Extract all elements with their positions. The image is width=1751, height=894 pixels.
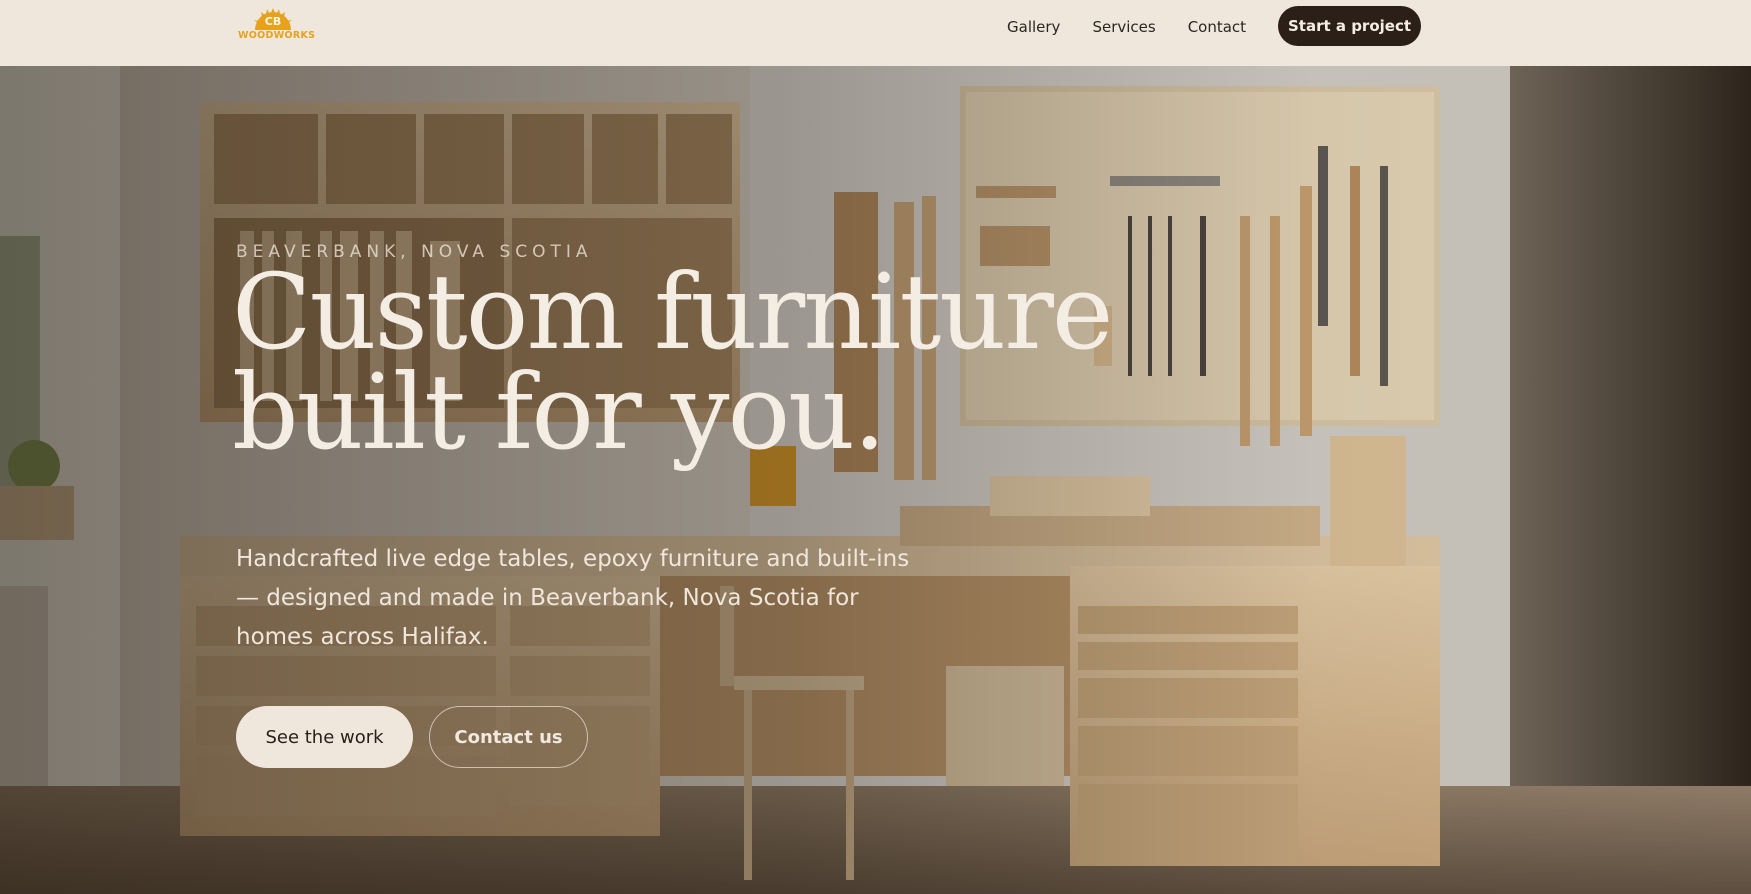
nav-link-services[interactable]: Services [1092,17,1155,37]
hero-section: BEAVERBANK, NOVA SCOTIA Custom furniture… [0,66,1751,894]
nav-link-contact[interactable]: Contact [1188,17,1246,37]
brand-wordmark: WOODWORKS [238,30,316,41]
brand-monogram: CB [264,15,282,28]
nav-link-gallery[interactable]: Gallery [1007,17,1060,37]
contact-us-button[interactable]: Contact us [429,706,588,768]
hero-headline-line-2: built for you. [232,351,886,473]
hero-dark-overlay [0,66,1751,894]
hero-headline: Custom furniture built for you. [232,251,1232,473]
hero-headline-line-1: Custom furniture [232,251,1113,373]
brand-logo[interactable]: CB WOODWORKS [238,8,316,42]
start-project-button[interactable]: Start a project [1278,6,1421,46]
nav-links: Gallery Services Contact [1007,17,1278,37]
top-nav: CB WOODWORKS Gallery Services Contact St… [0,0,1751,66]
hero-subtext: Handcrafted live edge tables, epoxy furn… [236,546,910,650]
see-the-work-button[interactable]: See the work [236,706,413,768]
